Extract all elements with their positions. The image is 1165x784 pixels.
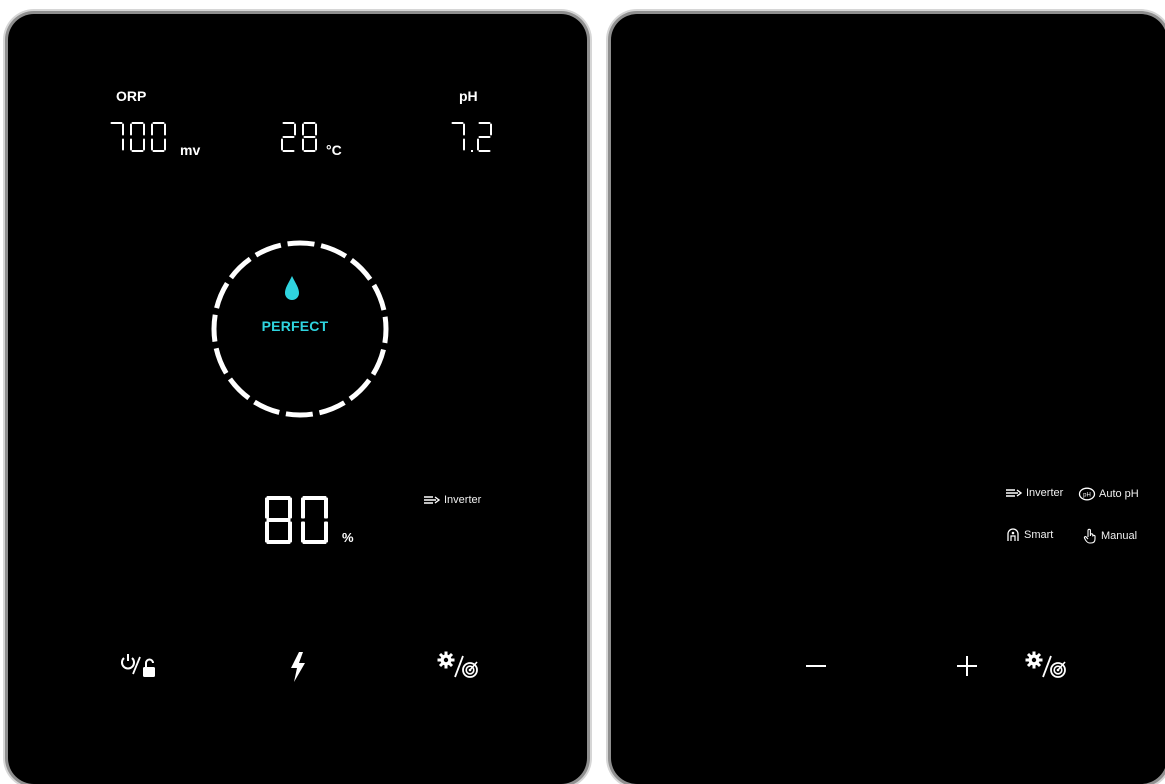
digit-segment [164, 123, 166, 136]
digit-segment [490, 123, 492, 136]
plus-icon [957, 656, 977, 676]
digit-segment [152, 150, 165, 152]
digit-segment [122, 123, 124, 136]
digit-segment [303, 136, 316, 138]
digit-segment [302, 540, 327, 544]
digit-segment [266, 496, 291, 500]
digit-segment [302, 496, 327, 500]
digit-segment [266, 540, 291, 544]
inverter-label: Inverter [444, 494, 482, 506]
inverter-indicator: Inverter [423, 494, 481, 506]
lightning-bolt-icon [291, 652, 305, 682]
digit-segment [315, 138, 317, 151]
digit-segment [451, 122, 464, 124]
digit-segment [143, 123, 145, 136]
smart-indicator: Smart [1005, 528, 1053, 542]
power-lock-button[interactable] [119, 653, 161, 684]
display-panel-standby [611, 14, 1165, 784]
svg-text:pH: pH [1083, 492, 1091, 498]
digit-segment [282, 150, 295, 152]
ph-label: pH [459, 88, 478, 104]
settings-target-icon [437, 651, 478, 678]
auto-ph-icon: pH [1078, 487, 1096, 501]
digit-segment [463, 123, 465, 136]
inverter-icon [424, 496, 441, 504]
settings-target-button[interactable] [437, 651, 481, 684]
digit-segment [122, 138, 124, 151]
settings-target-icon [1025, 651, 1066, 678]
digit-segment [152, 122, 165, 124]
digit-segment [463, 138, 465, 151]
digit-segment [164, 138, 166, 151]
auto-ph-indicator: pH Auto pH [1078, 487, 1139, 501]
digit-segment [265, 521, 269, 543]
auto-ph-label: Auto pH [1099, 487, 1139, 500]
seven-segment-digits [110, 122, 166, 152]
digit-segment [478, 136, 491, 138]
seven-segment-digits [281, 122, 317, 152]
digit-segment [478, 122, 491, 124]
status-text: PERFECT [261, 318, 329, 334]
inverter-icon [1006, 489, 1023, 497]
digit-segment [302, 123, 304, 136]
digit-segment [266, 518, 291, 522]
digit-segment [477, 138, 479, 151]
manual-label: Manual [1101, 529, 1138, 542]
settings-target-button-right[interactable] [1025, 651, 1069, 684]
water-drop-icon [285, 276, 299, 300]
smart-icon [1007, 528, 1019, 541]
digit-segment [151, 123, 153, 136]
digit-segment [324, 497, 328, 519]
digit-segment [301, 521, 305, 543]
digit-segment [265, 497, 269, 519]
minus-button[interactable] [805, 655, 827, 682]
digit-segment [131, 150, 144, 152]
digit-segment [130, 138, 132, 151]
digit-segment [131, 122, 144, 124]
boost-button[interactable] [288, 651, 308, 688]
smart-label: Smart [1024, 528, 1054, 541]
inverter-label: Inverter [1026, 487, 1064, 499]
manual-indicator: Manual [1082, 528, 1137, 544]
digit-segment [281, 138, 283, 151]
digit-segment [301, 497, 305, 519]
digit-segment [302, 138, 304, 151]
digit-segment [303, 150, 316, 152]
digit-segment [324, 521, 328, 543]
orp-label: ORP [116, 88, 147, 104]
digit-segment [315, 123, 317, 136]
inverter-indicator-right: Inverter [1005, 487, 1063, 499]
digit-segment [282, 136, 295, 138]
digit-segment [143, 138, 145, 151]
decimal-point [471, 150, 473, 152]
manual-hand-icon [1083, 528, 1096, 544]
digit-segment [294, 123, 296, 136]
minus-icon [806, 665, 826, 667]
digit-segment [478, 150, 491, 152]
seven-segment-digits [265, 496, 328, 544]
digit-segment [303, 122, 316, 124]
temperature-unit: °C [326, 142, 342, 158]
orp-unit: mv [180, 142, 201, 158]
digit-segment [151, 138, 153, 151]
power-lock-icon [121, 654, 155, 677]
digit-segment [130, 123, 132, 136]
level-unit: % [342, 530, 354, 545]
ph-value-display [450, 122, 498, 159]
temperature-value-display [281, 122, 323, 159]
digit-segment [110, 122, 123, 124]
plus-button[interactable] [956, 655, 978, 682]
orp-value-display [109, 122, 172, 159]
seven-segment-digits [451, 122, 492, 152]
digit-segment [282, 122, 295, 124]
level-value-display [265, 496, 337, 551]
digit-segment [288, 521, 292, 543]
digit-segment [288, 497, 292, 519]
